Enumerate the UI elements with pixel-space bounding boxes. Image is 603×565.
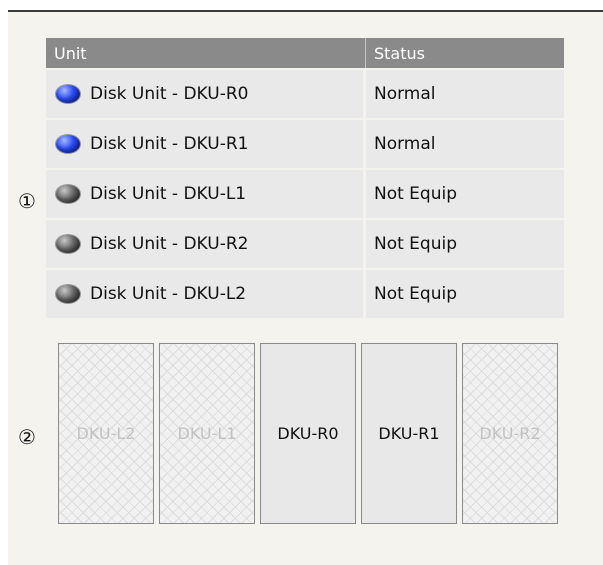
unit-name: Disk Unit - DKU-R0 [90,84,249,104]
gray-led-icon [56,185,80,203]
status-cell: Not Equip [374,284,458,304]
table-row[interactable]: Disk Unit - DKU-R2 Not Equip [46,218,564,268]
unit-column-header[interactable]: Unit [46,38,366,68]
disk-unit-bay-diagram: DKU-L2 DKU-L1 DKU-R0 DKU-R1 DKU-R2 [58,343,558,524]
unit-cell: Disk Unit - DKU-R0 [46,70,366,118]
status-cell: Not Equip [374,184,458,204]
unit-cell: Disk Unit - DKU-R2 [46,220,366,268]
bay-dku-l1[interactable]: DKU-L1 [159,343,255,524]
table-row[interactable]: Disk Unit - DKU-R1 Normal [46,118,564,168]
unit-name: Disk Unit - DKU-L1 [90,184,247,204]
bay-dku-r0[interactable]: DKU-R0 [260,343,356,524]
table-row[interactable]: Disk Unit - DKU-L1 Not Equip [46,168,564,218]
status-cell: Normal [374,134,436,154]
status-cell: Not Equip [374,234,458,254]
blue-led-icon [56,85,80,103]
bay-dku-r1[interactable]: DKU-R1 [361,343,457,524]
unit-name: Disk Unit - DKU-R1 [90,134,249,154]
bay-dku-r2[interactable]: DKU-R2 [462,343,558,524]
bay-dku-l2[interactable]: DKU-L2 [58,343,154,524]
gray-led-icon [56,235,80,253]
gray-led-icon [56,285,80,303]
table-row[interactable]: Disk Unit - DKU-L2 Not Equip [46,268,564,318]
table-row[interactable]: Disk Unit - DKU-R0 Normal [46,68,564,118]
unit-name: Disk Unit - DKU-L2 [90,284,247,304]
callout-marker-1: ① [18,189,36,213]
table-header: Unit Status [46,38,564,68]
status-cell: Normal [374,84,436,104]
unit-cell: Disk Unit - DKU-L1 [46,170,366,218]
unit-cell: Disk Unit - DKU-R1 [46,120,366,168]
status-column-header[interactable]: Status [366,38,564,68]
unit-name: Disk Unit - DKU-R2 [90,234,249,254]
blue-led-icon [56,135,80,153]
callout-marker-2: ② [18,425,36,449]
unit-cell: Disk Unit - DKU-L2 [46,270,366,318]
disk-unit-table: Unit Status Disk Unit - DKU-R0 Normal Di… [46,38,564,318]
